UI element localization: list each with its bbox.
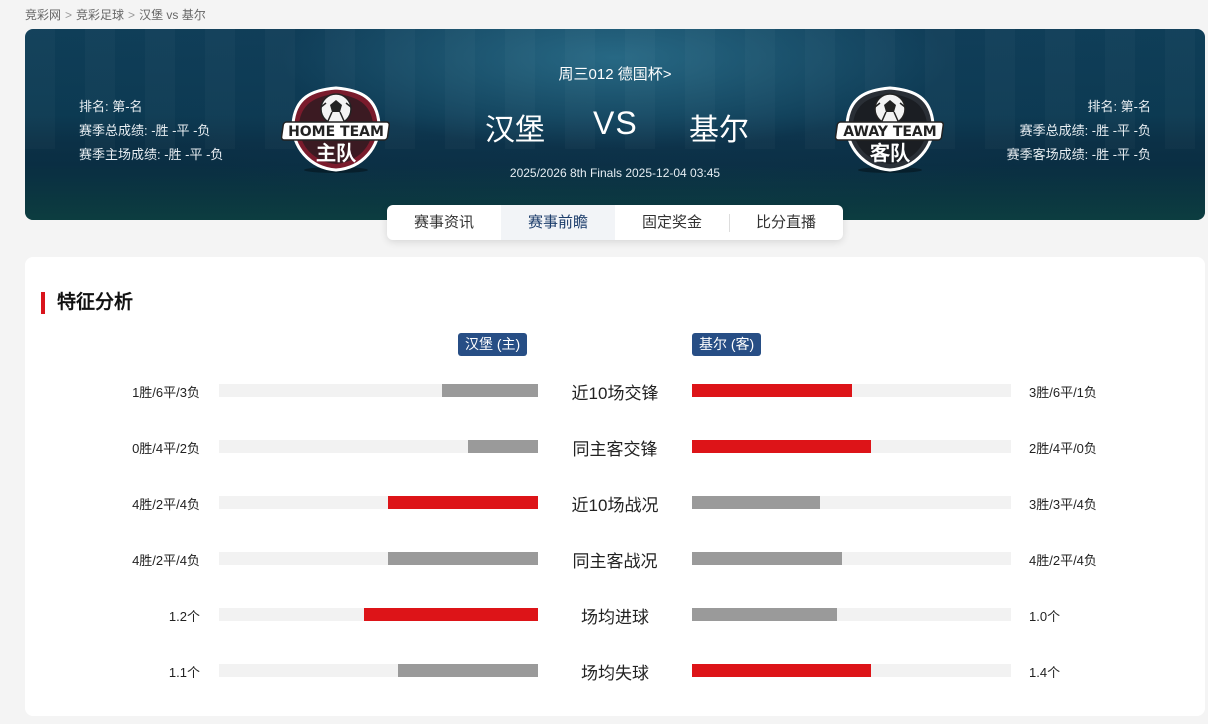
away-season-record: 赛季总成绩: -胜 -平 -负 [1019,123,1151,138]
away-stat-bar-track [692,552,1011,565]
comparison-row: 1胜/6平/3负 近10场交锋 3胜/6平/1负 [25,379,1205,403]
home-stat-value: 1.1个 [168,665,200,680]
away-stat-bar-track [692,384,1011,397]
match-tabs: 赛事资讯 赛事前瞻 固定奖金 比分直播 [387,205,843,240]
home-stat-bar [388,496,538,509]
home-logo-text: HOME TEAM [288,124,384,140]
home-stat-bar [442,384,538,397]
home-team-logo: HOME TEAM 主队 [281,86,391,173]
home-logo-chinese: 主队 [316,141,357,165]
tab-preview[interactable]: 赛事前瞻 [501,205,615,240]
home-stat-bar-track [219,608,538,621]
away-stat-bar-track [692,664,1011,677]
away-stat-value: 4胜/2平/4负 [1029,553,1097,568]
home-stat-bar-track [219,440,538,453]
home-team-name[interactable]: 汉堡 [485,105,545,149]
away-stat-bar [692,664,871,677]
away-stat-bar-track [692,496,1011,509]
match-time: 2025/2026 8th Finals 2025-12-04 03:45 [509,166,721,180]
away-team-logo: AWAY TEAM 客队 [835,86,945,173]
stat-label: 同主客交锋 [572,440,658,459]
away-logo-text: AWAY TEAM [843,124,936,140]
match-header: 周三012 德国杯> 排名: 第-名 赛季总成绩: -胜 -平 -负 赛季主场成… [25,29,1205,220]
away-stat-value: 3胜/3平/4负 [1029,497,1097,512]
away-stat-value: 3胜/6平/1负 [1029,385,1097,400]
home-stat-bar-track [219,384,538,397]
away-stat-bar [692,384,852,397]
feature-analysis-panel: 特征分析 汉堡 (主) 基尔 (客) 1胜/6平/3负 近10场交锋 3胜/6平/1… [25,257,1205,716]
comparison-row: 4胜/2平/4负 同主客战况 4胜/2平/4负 [25,547,1205,571]
stat-label: 场均失球 [581,664,649,683]
stat-label: 同主客战况 [572,552,658,571]
comparison-row: 0胜/4平/2负 同主客交锋 2胜/4平/0负 [25,435,1205,459]
home-stat-bar [397,664,538,677]
away-stat-bar [692,608,838,621]
stat-label: 近10场交锋 [571,384,659,403]
away-stat-value: 1.4个 [1029,665,1061,680]
away-away-record: 赛季客场成绩: -胜 -平 -负 [1006,147,1151,162]
breadcrumb-separator: > [65,8,73,22]
home-stat-value: 0胜/4平/2负 [132,441,200,456]
tab-news[interactable]: 赛事资讯 [387,205,501,240]
breadcrumb-separator: > [128,8,136,22]
away-stat-bar-track [692,440,1011,453]
away-stat-bar-track [692,608,1011,621]
home-rank: 排名: 第-名 [79,99,143,114]
tab-fixed-odds[interactable]: 固定奖金 [615,205,729,240]
comparison-row: 4胜/2平/4负 近10场战况 3胜/3平/4负 [25,491,1205,515]
home-stat-bar [364,608,538,621]
league-link[interactable]: 周三012 德国杯> [25,63,1205,84]
stat-label: 近10场战况 [571,496,659,515]
stat-label: 场均进球 [581,608,649,627]
breadcrumb-football-link[interactable]: 竞彩足球 [76,8,124,22]
home-home-record: 赛季主场成绩: -胜 -平 -负 [79,147,224,162]
away-stat-value: 1.0个 [1029,609,1061,624]
breadcrumb-home-link[interactable]: 竞彩网 [25,8,61,22]
home-stat-bar-track [219,664,538,677]
away-stat-value: 2胜/4平/0负 [1029,441,1097,456]
home-stat-bar [467,440,538,453]
home-stat-value: 1.2个 [168,609,200,624]
away-stat-bar [692,440,871,453]
home-stat-bar-track [219,552,538,565]
tab-live-score[interactable]: 比分直播 [729,205,843,240]
home-team-badge: 汉堡 (主) [458,333,528,356]
away-stat-bar [692,496,820,509]
vs-label: VS [593,105,638,141]
home-season-record: 赛季总成绩: -胜 -平 -负 [79,123,211,138]
comparison-row: 1.1个 场均失球 1.4个 [25,659,1205,683]
away-team-name[interactable]: 基尔 [689,105,749,149]
section-title: 特征分析 [41,292,133,314]
home-stat-bar [388,552,538,565]
home-stat-value: 4胜/2平/4负 [132,497,200,512]
breadcrumb-current: 汉堡 vs 基尔 [139,8,206,22]
comparison-row: 1.2个 场均进球 1.0个 [25,603,1205,627]
home-stat-value: 4胜/2平/4负 [132,553,200,568]
home-stat-value: 1胜/6平/3负 [132,385,200,400]
away-rank: 排名: 第-名 [1087,99,1151,114]
breadcrumb: 竞彩网 > 竞彩足球 > 汉堡 vs 基尔 [25,6,206,23]
away-stat-bar [692,552,842,565]
home-team-stats: 排名: 第-名 赛季总成绩: -胜 -平 -负 赛季主场成绩: -胜 -平 -负 [79,95,223,167]
away-team-stats: 排名: 第-名 赛季总成绩: -胜 -平 -负 赛季客场成绩: -胜 -平 -负 [1007,95,1151,167]
away-logo-chinese: 客队 [869,141,911,165]
home-stat-bar-track [219,496,538,509]
away-team-badge: 基尔 (客) [692,333,762,356]
